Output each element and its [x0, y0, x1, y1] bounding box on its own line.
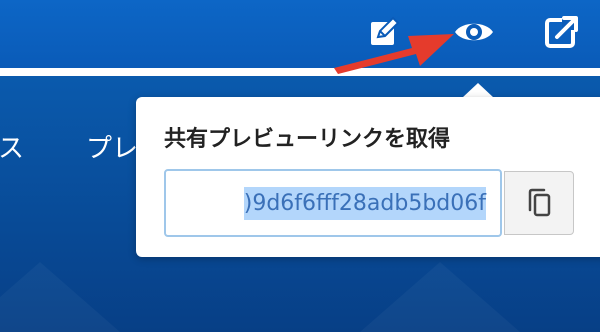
background-decoration	[0, 262, 120, 332]
preview-button[interactable]	[452, 10, 496, 54]
eye-icon	[455, 23, 493, 41]
share-preview-popover: 共有プレビューリンクを取得 )9d6f6fff28adb5bd06f	[136, 97, 600, 257]
top-toolbar	[0, 0, 600, 68]
header-divider	[0, 68, 600, 76]
nav-item-1[interactable]: ス	[0, 128, 24, 165]
copy-button[interactable]	[504, 171, 574, 235]
preview-link-field[interactable]: )9d6f6fff28adb5bd06f	[164, 169, 502, 237]
nav-item-2[interactable]: プレ	[86, 128, 138, 165]
popover-title: 共有プレビューリンクを取得	[164, 127, 451, 152]
open-external-button[interactable]	[540, 10, 584, 54]
background-decoration	[360, 262, 520, 332]
external-link-icon	[545, 16, 578, 48]
preview-link-value[interactable]: )9d6f6fff28adb5bd06f	[243, 186, 486, 220]
copy-icon	[528, 188, 551, 217]
popover-arrow	[462, 83, 494, 98]
annotation-arrow-icon	[334, 34, 454, 74]
